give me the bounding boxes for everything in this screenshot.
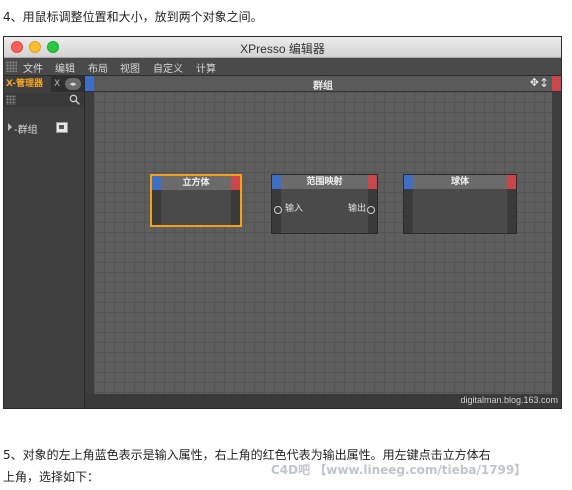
panel-toolbar — [4, 93, 84, 107]
resize-updown-icon[interactable]: ↕ — [539, 76, 549, 90]
tree-item-label: -群组 — [14, 125, 38, 136]
title-bar: XPresso 编辑器 — [4, 37, 561, 58]
node-title: 球体 — [450, 177, 469, 187]
node-input-strip — [404, 189, 413, 233]
node-canvas[interactable]: 立方体 范围映射 输入 输出 球体 — [94, 92, 552, 394]
menu-custom[interactable]: 自定义 — [153, 60, 183, 75]
input-port-circle-icon[interactable] — [274, 206, 282, 214]
menu-view[interactable]: 视图 — [120, 60, 140, 75]
group-output-strip — [552, 92, 561, 408]
node-title: 立方体 — [182, 178, 210, 188]
group-header: 群组 ✥ ↕ — [85, 76, 561, 92]
output-port-label: 输出 — [347, 204, 366, 214]
menu-calculate[interactable]: 计算 — [196, 60, 216, 75]
group-input-strip — [85, 92, 94, 408]
editor-status-bar: digitalman.blog.163.com — [85, 394, 561, 408]
grip-icon[interactable] — [6, 61, 17, 72]
menu-bar: 文件 编辑 布局 视图 自定义 计算 — [4, 58, 561, 76]
grip-icon[interactable] — [6, 95, 16, 105]
node-cube[interactable]: 立方体 — [150, 174, 242, 227]
xpresso-tag-icon — [56, 122, 68, 133]
input-port-label: 输入 — [285, 204, 304, 214]
node-output-strip — [231, 190, 240, 225]
footer-brand-watermark: C4D吧 【www.lineeg.com/tieba/1799】 — [271, 463, 527, 477]
group-title: 群组 — [313, 81, 333, 92]
search-icon[interactable] — [69, 94, 80, 105]
watermark: digitalman.blog.163.com — [460, 395, 558, 405]
step4-instruction: 4、用鼠标调整位置和大小，放到两个对象之间。 — [3, 10, 263, 24]
xpresso-editor-window: XPresso 编辑器 文件 编辑 布局 视图 自定义 计算 X-管理器 X ◂… — [3, 36, 562, 409]
x-manager-panel: X-管理器 X ◂▸ -群组 — [4, 76, 85, 408]
node-range-mapper[interactable]: 范围映射 输入 输出 — [271, 174, 378, 234]
expand-triangle-icon[interactable] — [8, 123, 12, 131]
tab-x-manager[interactable]: X-管理器 — [4, 76, 51, 92]
output-port-circle-icon[interactable] — [367, 206, 375, 214]
xpresso-editor-area: 群组 ✥ ↕ 立方体 范围映射 输入 输出 球体 digitalman.blog… — [85, 76, 561, 408]
node-title: 范围映射 — [306, 177, 343, 187]
node-input-strip — [152, 190, 161, 225]
group-output-port[interactable] — [552, 76, 561, 91]
window-title: XPresso 编辑器 — [240, 42, 325, 56]
node-output-strip — [507, 189, 516, 233]
tab-scroll-arrows-icon[interactable]: ◂▸ — [65, 78, 81, 90]
menu-file[interactable]: 文件 — [23, 60, 43, 75]
menu-layout[interactable]: 布局 — [88, 60, 108, 75]
node-sphere[interactable]: 球体 — [403, 174, 517, 234]
move-icon[interactable]: ✥ — [530, 77, 539, 89]
tab-x[interactable]: X — [54, 76, 62, 92]
menu-edit[interactable]: 编辑 — [55, 60, 75, 75]
panel-tabs: X-管理器 X ◂▸ — [4, 76, 84, 92]
